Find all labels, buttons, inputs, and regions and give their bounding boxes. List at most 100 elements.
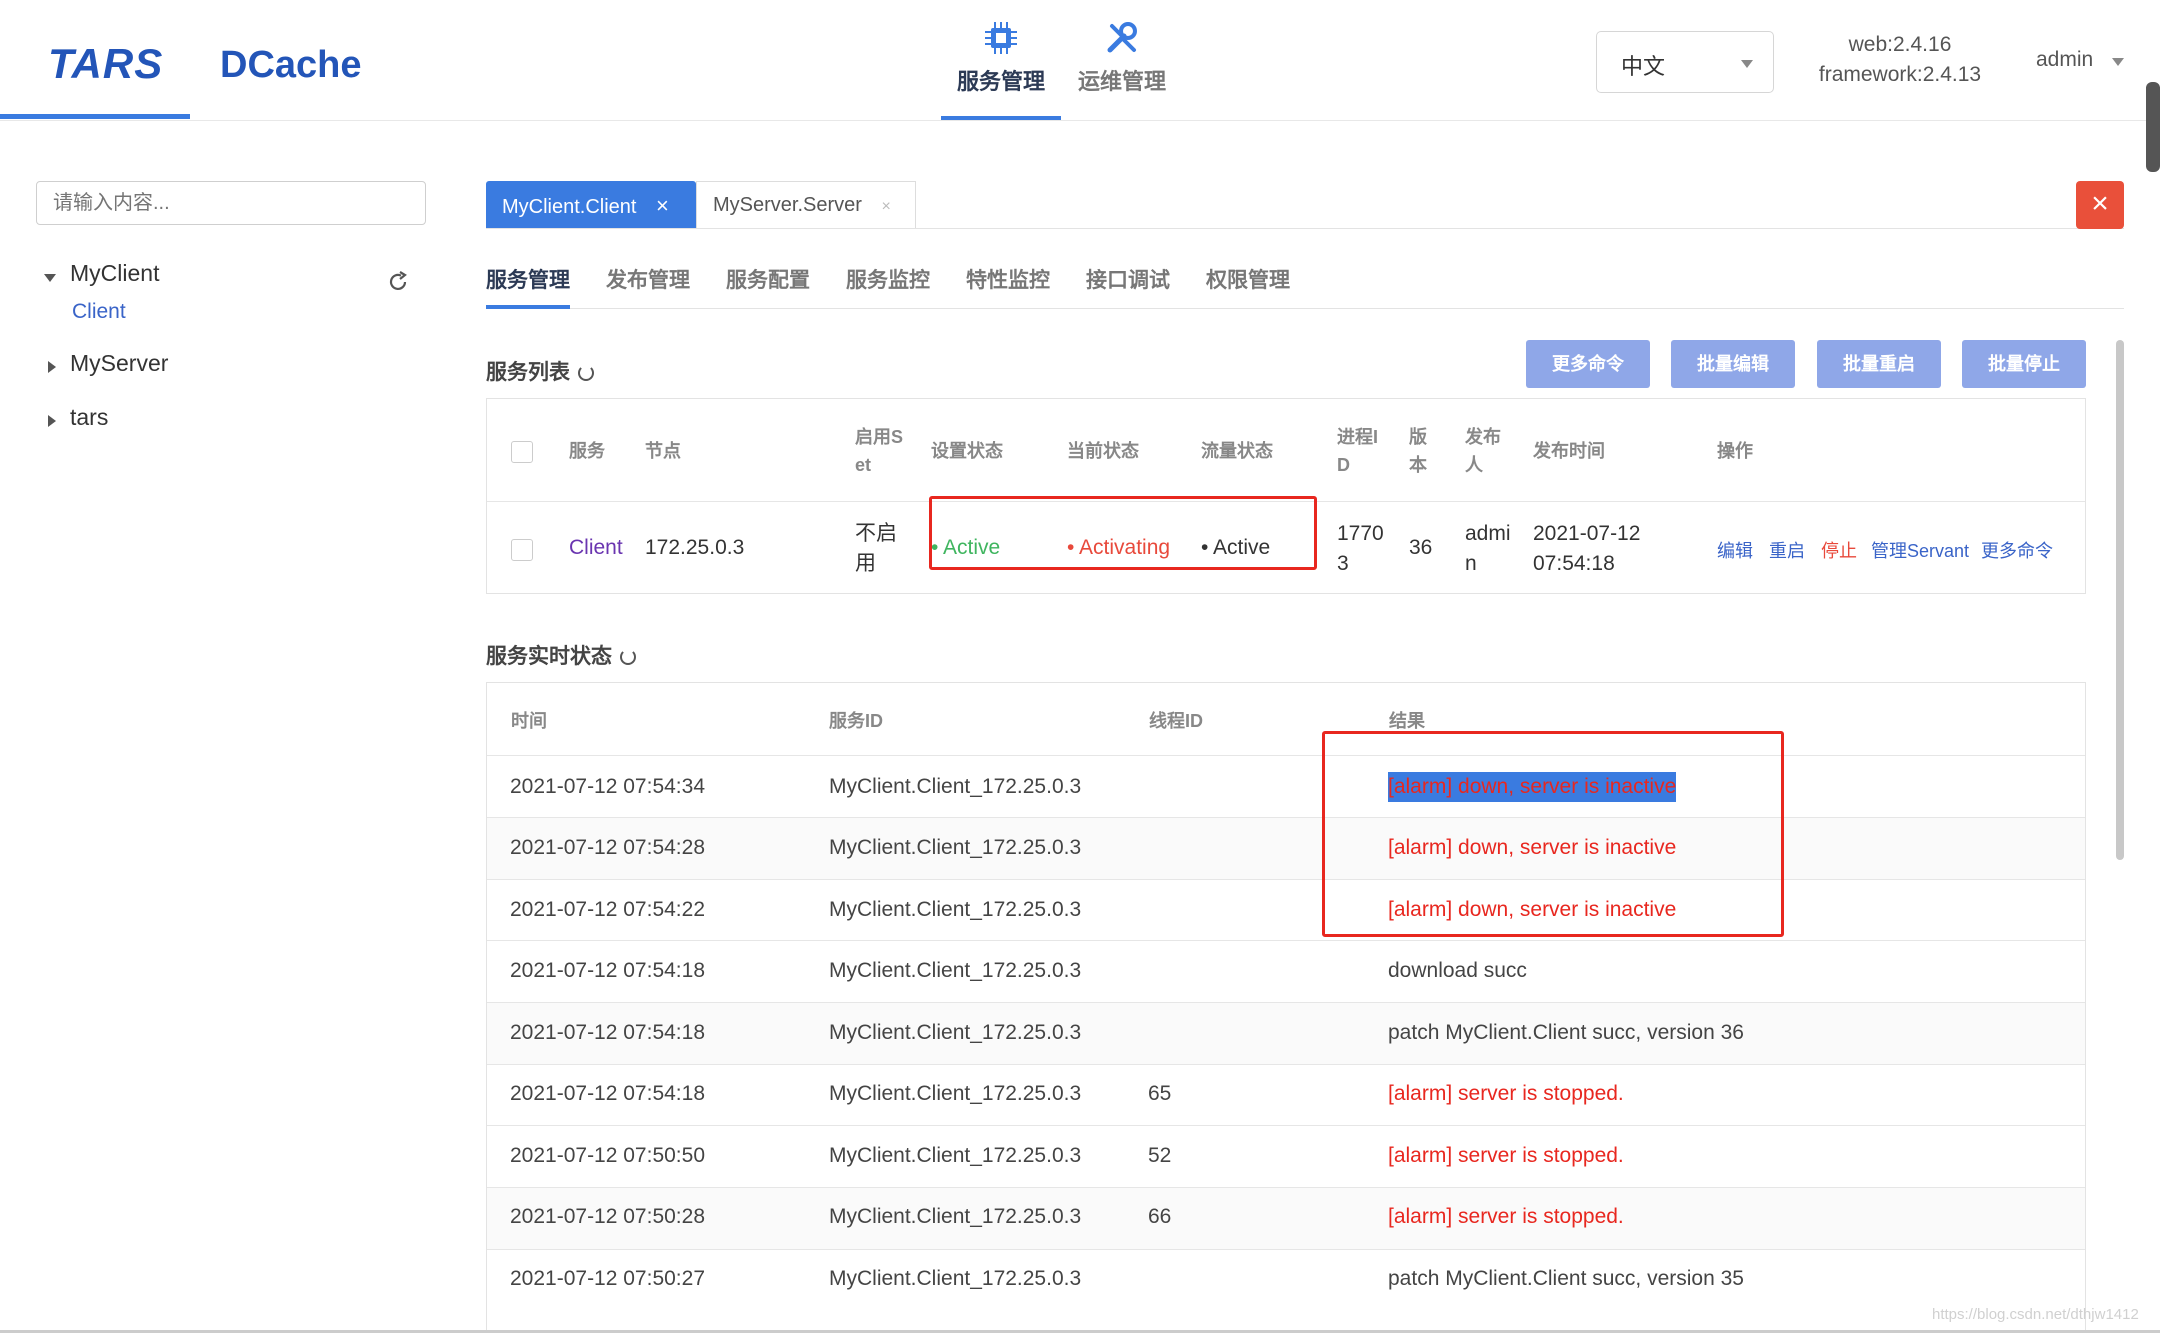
row-divider <box>487 1002 2085 1003</box>
chip-icon <box>985 22 1017 54</box>
batch-stop-button[interactable]: 批量停止 <box>1962 340 2086 388</box>
close-icon[interactable]: × <box>656 193 669 218</box>
subtab-divider <box>486 308 2124 309</box>
content-scrollbar[interactable] <box>2116 340 2124 860</box>
version-value: 36 <box>1409 536 1433 559</box>
tree-node-tars[interactable]: tars <box>36 404 336 440</box>
subtab-publish-management[interactable]: 发布管理 <box>606 264 690 294</box>
col-set-state: 设置状态 <box>931 441 1003 461</box>
stop-link[interactable]: 停止 <box>1821 537 1857 563</box>
subtab-service-monitor[interactable]: 服务监控 <box>846 264 930 294</box>
cell-service-id: MyClient.Client_172.25.0.3 <box>829 1082 1082 1105</box>
row-divider <box>487 1249 2085 1250</box>
tab-label: MyServer.Server <box>713 194 862 216</box>
cell-service-id: MyClient.Client_172.25.0.3 <box>829 775 1082 798</box>
row-divider <box>487 940 2085 941</box>
enable-set-line1: 不启 <box>855 522 897 545</box>
row-divider <box>487 879 2085 880</box>
refresh-icon[interactable] <box>578 365 594 382</box>
subtab-permission-management[interactable]: 权限管理 <box>1206 264 1290 294</box>
manage-servant-link[interactable]: 管理Servant <box>1871 537 1969 563</box>
subtab-feature-monitor[interactable]: 特性监控 <box>966 264 1050 294</box>
chevron-down-icon <box>2112 58 2124 66</box>
publish-time-value: 2021-07-12 07:54:18 <box>1533 519 1640 579</box>
restart-link[interactable]: 重启 <box>1769 537 1805 563</box>
window-scroll-indicator[interactable] <box>2146 82 2160 172</box>
tree-node-label: tars <box>70 404 109 430</box>
row-divider <box>487 1064 2085 1065</box>
close-all-tabs-button[interactable]: × <box>2076 181 2124 229</box>
tars-logo[interactable]: TARS <box>48 40 163 88</box>
wrench-icon <box>1107 22 1137 53</box>
caret-right-icon <box>48 415 56 427</box>
node-ip: 172.25.0.3 <box>645 536 745 559</box>
cell-time: 2021-07-12 07:54:18 <box>510 959 705 982</box>
watermark: https://blog.csdn.net/dthjw1412 <box>1932 1306 2139 1323</box>
top-header: TARS DCache 服务管理 运维管理 中文 web:2.4.16 fram… <box>0 0 2160 121</box>
col-publish-time: 发布时间 <box>1533 441 1605 461</box>
cell-result: patch MyClient.Client succ, version 36 <box>1388 1021 1744 1044</box>
subtab-service-config[interactable]: 服务配置 <box>726 264 810 294</box>
more-commands-button[interactable]: 更多命令 <box>1526 340 1650 388</box>
batch-edit-button[interactable]: 批量编辑 <box>1671 340 1795 388</box>
cell-result: download succ <box>1388 959 1527 982</box>
edit-link[interactable]: 编辑 <box>1717 537 1753 563</box>
caret-right-icon <box>48 361 56 373</box>
nav-service-management[interactable]: 服务管理 <box>941 20 1061 120</box>
nav-ops-management[interactable]: 运维管理 <box>1062 20 1182 120</box>
col-time: 时间 <box>511 711 547 731</box>
more-commands-link[interactable]: 更多命令 <box>1981 537 2053 563</box>
tab-myserver-server[interactable]: MyServer.Server × <box>696 181 916 229</box>
subtab-service-management[interactable]: 服务管理 <box>486 264 570 294</box>
publisher-line1: admi <box>1465 522 1511 545</box>
tab-label: MyClient.Client <box>502 196 637 218</box>
language-select[interactable]: 中文 <box>1596 31 1774 93</box>
close-icon[interactable]: × <box>882 198 891 215</box>
subtab-interface-debug[interactable]: 接口调试 <box>1086 264 1170 294</box>
col-flow-state: 流量状态 <box>1201 441 1273 461</box>
tree-node-myserver[interactable]: MyServer <box>36 350 336 386</box>
pid-line2: 3 <box>1337 552 1349 575</box>
service-name-link[interactable]: Client <box>569 533 623 563</box>
cell-service-id: MyClient.Client_172.25.0.3 <box>829 1205 1082 1228</box>
cell-thread-id: 65 <box>1148 1082 1172 1105</box>
cell-result: [alarm] server is stopped. <box>1388 1205 1624 1228</box>
publisher-line2: n <box>1465 552 1477 575</box>
highlight-box-states <box>929 496 1317 570</box>
dcache-logo[interactable]: DCache <box>220 44 362 87</box>
publish-date: 2021-07-12 <box>1533 522 1641 545</box>
tab-myclient-client[interactable]: MyClient.Client × <box>486 181 696 229</box>
close-icon: × <box>2091 187 2109 220</box>
select-all-checkbox[interactable] <box>511 441 533 463</box>
col-service-id: 服务ID <box>829 711 883 731</box>
col-service: 服务 <box>569 441 605 461</box>
cell-time: 2021-07-12 07:50:27 <box>510 1267 705 1290</box>
realtime-status-title: 服务实时状态 <box>486 640 636 670</box>
tree-node-label: MyClient <box>70 260 160 286</box>
batch-restart-button[interactable]: 批量重启 <box>1817 340 1941 388</box>
cell-time: 2021-07-12 07:54:28 <box>510 836 705 859</box>
user-menu[interactable]: admin <box>2036 48 2124 72</box>
col-current-state: 当前状态 <box>1067 441 1139 461</box>
version-web: web:2.4.16 <box>1848 33 1952 56</box>
cell-result: [alarm] server is stopped. <box>1388 1082 1624 1105</box>
row-stripe <box>487 818 2085 879</box>
cell-result: patch MyClient.Client succ, version 35 <box>1388 1267 1744 1290</box>
row-checkbox[interactable] <box>511 539 533 561</box>
col-enable-set: 启用S et <box>855 423 903 479</box>
tab-bar-divider <box>486 228 2124 229</box>
search-input[interactable] <box>36 181 426 225</box>
col-pid-line1: 进程I <box>1337 427 1379 447</box>
publish-clock: 07:54:18 <box>1533 552 1615 575</box>
tree-node-client[interactable]: Client <box>72 300 126 324</box>
col-pid: 进程I D <box>1337 423 1378 479</box>
pid-line1: 1770 <box>1337 522 1384 545</box>
caret-down-icon <box>44 274 56 282</box>
refresh-icon[interactable] <box>386 270 410 294</box>
chevron-down-icon <box>1741 60 1753 68</box>
subtab-active-indicator <box>486 305 570 309</box>
pid-value: 1770 3 <box>1337 519 1384 579</box>
row-stripe <box>487 1188 2085 1249</box>
tree-node-myclient[interactable]: MyClient <box>36 260 426 300</box>
refresh-icon[interactable] <box>620 649 636 666</box>
